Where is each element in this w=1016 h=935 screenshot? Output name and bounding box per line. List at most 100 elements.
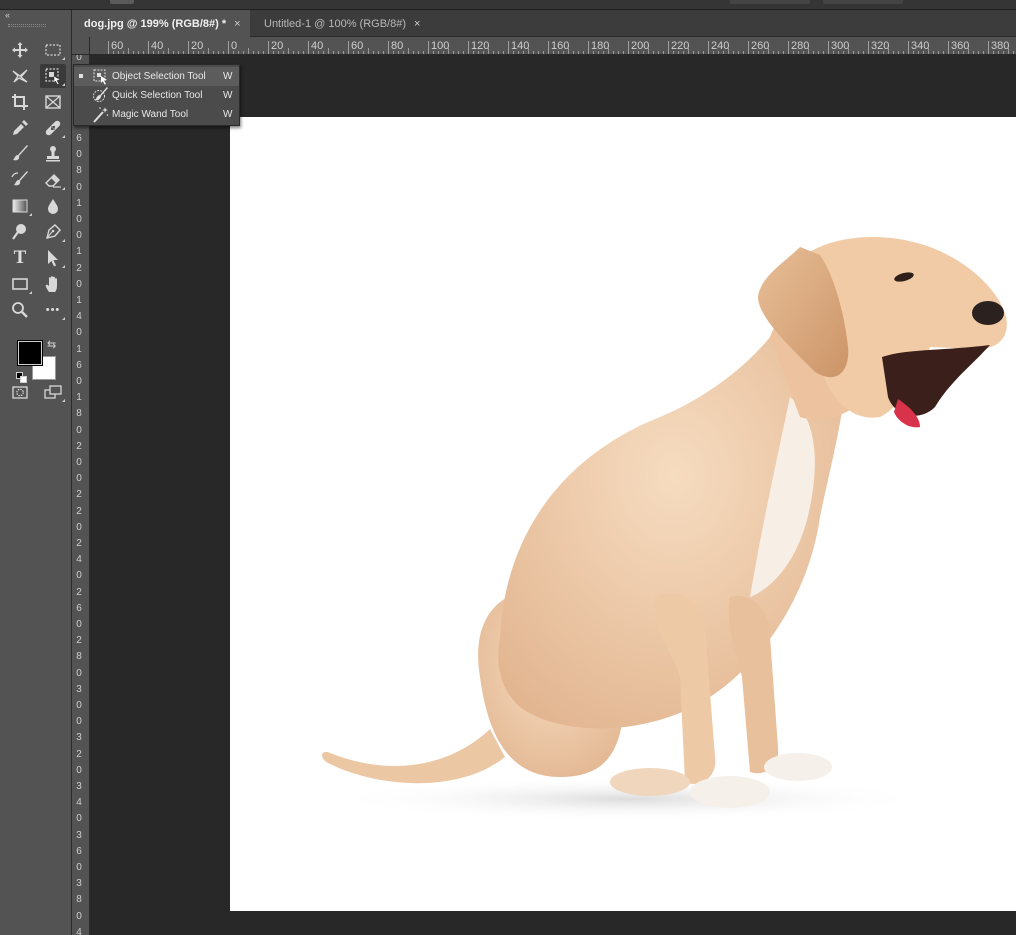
path-selection-icon <box>48 250 58 267</box>
ruler-label: 0 <box>76 376 82 387</box>
menu-item-shortcut: W <box>223 90 233 101</box>
menu-item-label: Quick Selection Tool <box>112 90 203 101</box>
pen-tool[interactable] <box>40 220 66 244</box>
ruler-label: 3 <box>76 829 82 841</box>
screen-mode-icon <box>44 385 62 399</box>
ruler-label: 0 <box>76 700 82 711</box>
document-tab-bar: dog.jpg @ 199% (RGB/8#) * × Untitled-1 @… <box>72 10 1016 37</box>
collapse-panel-button[interactable]: ‹‹ <box>5 10 10 20</box>
gradient-tool[interactable] <box>7 194 33 218</box>
tab-dog-jpg[interactable]: dog.jpg @ 199% (RGB/8#) * × <box>72 10 250 37</box>
tools-panel: ‹‹ T ••• ⇆ <box>0 10 72 935</box>
marquee-tool[interactable] <box>40 38 66 62</box>
close-icon[interactable]: × <box>414 18 420 30</box>
menu-item-object-selection-tool[interactable]: Object Selection Tool W <box>74 67 239 86</box>
ruler-label: 3 <box>76 878 82 890</box>
options-field[interactable] <box>823 0 903 4</box>
ruler-label: 1 <box>76 197 82 209</box>
blur-icon <box>48 199 58 214</box>
blur-tool[interactable] <box>40 194 66 218</box>
eyedropper-tool[interactable] <box>7 116 33 140</box>
ruler-label: 0 <box>76 181 82 193</box>
ruler-label: 2 <box>76 262 82 274</box>
options-button[interactable] <box>110 0 134 4</box>
ruler-label: 4 <box>76 554 82 566</box>
ruler-label: 0 <box>76 667 82 679</box>
foreground-color-swatch[interactable] <box>17 340 43 366</box>
brush-tool[interactable] <box>7 142 33 166</box>
frame-tool[interactable] <box>40 90 66 114</box>
ruler-label: 2 <box>76 748 82 760</box>
close-icon[interactable]: × <box>234 18 240 30</box>
ruler-label: 2 <box>76 440 82 452</box>
zoom-icon <box>12 302 28 318</box>
lasso-tool[interactable] <box>7 64 33 88</box>
object-selection-tool[interactable] <box>40 64 66 88</box>
quick-mask-icon <box>12 386 28 399</box>
dodge-tool[interactable] <box>7 220 33 244</box>
ruler-label: 3 <box>76 781 82 792</box>
move-icon <box>12 42 28 58</box>
type-icon: T <box>13 247 27 268</box>
ruler-label: 2 <box>76 635 82 647</box>
ruler-label: 2 <box>76 505 82 517</box>
move-tool[interactable] <box>7 38 33 62</box>
more-tools-icon: ••• <box>45 304 61 316</box>
history-brush-icon <box>11 171 28 186</box>
zoom-tool[interactable] <box>7 298 33 322</box>
ruler-label: 8 <box>76 165 82 177</box>
menu-item-label: Magic Wand Tool <box>112 109 189 120</box>
ruler-label: 0 <box>76 619 82 630</box>
ruler-label: 0 <box>76 910 82 922</box>
clone-stamp-tool[interactable] <box>40 142 66 166</box>
quick-mask-button[interactable] <box>7 380 33 404</box>
ruler-label: 0 <box>76 149 82 161</box>
menu-item-magic-wand-tool[interactable]: Magic Wand Tool W <box>74 105 239 124</box>
swap-colors-icon[interactable]: ⇆ <box>47 338 56 351</box>
ruler-label: 0 <box>76 570 82 582</box>
ruler-label: 0 <box>76 862 82 873</box>
horizontal-ruler[interactable]: 60 40 20 0 20 40 60 80 100 120 140 160 180 200 220 240 2… <box>90 37 1016 55</box>
eyedropper-icon <box>13 120 28 135</box>
ruler-label: 2 <box>76 489 82 501</box>
hand-tool[interactable] <box>40 272 66 296</box>
eraser-tool[interactable] <box>40 168 66 192</box>
edit-toolbar-button[interactable]: ••• <box>40 298 66 322</box>
ruler-label: 0 <box>76 457 82 468</box>
object-selection-icon <box>45 68 61 85</box>
frame-icon <box>45 95 61 109</box>
quick-selection-icon <box>93 87 108 102</box>
path-selection-tool[interactable] <box>40 246 66 270</box>
ruler-label: 0 <box>76 764 82 776</box>
dog-photo <box>322 236 1007 821</box>
ruler-label: 6 <box>76 602 82 614</box>
crop-tool[interactable] <box>7 90 33 114</box>
healing-brush-icon <box>45 120 61 136</box>
options-field[interactable] <box>730 0 810 4</box>
rectangular-marquee-icon <box>45 44 61 56</box>
document-canvas[interactable] <box>230 117 1016 911</box>
menu-item-shortcut: W <box>223 109 233 120</box>
menu-item-quick-selection-tool[interactable]: Quick Selection Tool W <box>74 86 239 105</box>
ruler-origin[interactable] <box>72 37 90 55</box>
rectangle-tool[interactable] <box>7 272 33 296</box>
healing-brush-tool[interactable] <box>40 116 66 140</box>
ruler-label: 0 <box>76 813 82 825</box>
brush-icon <box>13 145 28 161</box>
ruler-label: 4 <box>76 311 82 323</box>
gradient-icon <box>12 199 28 213</box>
vertical-ruler[interactable]: 0 2 0 4 0 6 0 8 0 1 0 0 1 2 0 1 4 0 1 6 0 1 8 0 2 0 0 2 2 0 2 4 0 2 6 0 2 8 0 3… <box>72 37 90 935</box>
ruler-label: 4 <box>76 797 82 809</box>
ruler-label: 8 <box>76 651 82 663</box>
dodge-icon <box>12 224 26 240</box>
type-tool[interactable]: T <box>7 246 33 270</box>
crop-icon <box>12 94 28 110</box>
panel-grip[interactable] <box>8 24 46 27</box>
tab-label: dog.jpg @ 199% (RGB/8#) * <box>84 17 227 30</box>
ruler-label: 0 <box>76 473 82 485</box>
ruler-label: 4 <box>76 926 82 935</box>
history-brush-tool[interactable] <box>7 168 33 192</box>
screen-mode-button[interactable] <box>40 380 66 404</box>
tab-untitled-1[interactable]: Untitled-1 @ 100% (RGB/8#) × <box>252 10 432 37</box>
ruler-label: 0 <box>76 230 82 242</box>
